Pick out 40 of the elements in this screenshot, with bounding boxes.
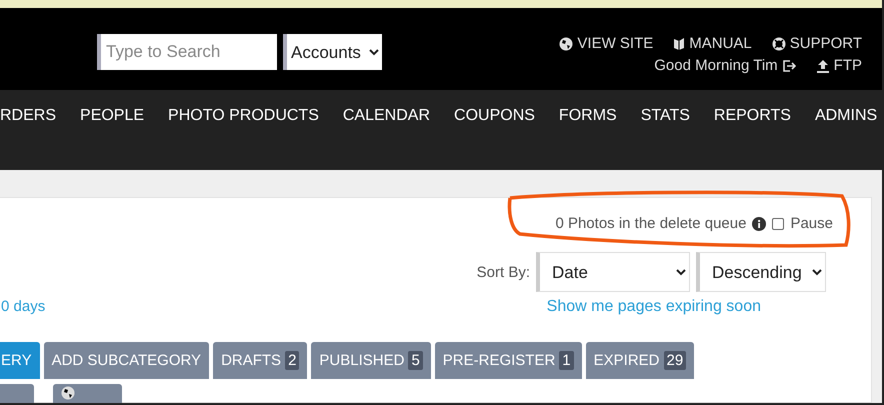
- lifebuoy-icon: [772, 36, 786, 50]
- nav-item[interactable]: RDERS: [0, 107, 68, 125]
- search-field[interactable]: Type to Search: [97, 34, 277, 70]
- accounts-select[interactable]: Accounts: [283, 34, 382, 70]
- nav-item[interactable]: CALENDAR: [330, 107, 442, 125]
- globe-icon: [559, 36, 574, 50]
- header-link[interactable]: VIEW SITE: [559, 35, 654, 52]
- view-button[interactable]: [53, 384, 122, 403]
- header-link[interactable]: SUPPORT: [772, 35, 862, 52]
- delete-queue-text: 0 Photos in the delete queue: [555, 215, 746, 232]
- tab[interactable]: EXPIRED 29: [586, 342, 694, 379]
- sort-order-select[interactable]: Descending: [696, 252, 826, 292]
- count-badge: 1: [559, 351, 574, 370]
- nav-item[interactable]: COUPONS: [442, 107, 547, 125]
- greeting-text: Good Morning Tim: [654, 57, 778, 74]
- tab[interactable]: ERY: [0, 342, 40, 379]
- nav-item[interactable]: PHOTO PRODUCTS: [156, 107, 331, 125]
- tab[interactable]: DRAFTS 2: [213, 342, 308, 379]
- upload-icon: [816, 58, 830, 72]
- tab[interactable]: ADD SUBCATEGORY: [44, 342, 210, 379]
- nav-item[interactable]: FORMS: [546, 107, 629, 125]
- count-badge: 5: [408, 351, 423, 370]
- ftp-link[interactable]: FTP: [816, 57, 862, 74]
- count-badge: 29: [664, 351, 686, 370]
- nav-item[interactable]: ADMINS: [802, 107, 882, 125]
- pause-checkbox[interactable]: [772, 218, 784, 230]
- header-link[interactable]: MANUAL: [673, 35, 752, 52]
- nav-item[interactable]: STATS: [628, 107, 702, 125]
- book-icon: [673, 36, 686, 50]
- pause-label: Pause: [790, 215, 833, 232]
- sort-field-select[interactable]: Date: [536, 252, 690, 292]
- globe-icon: [61, 386, 75, 400]
- tab[interactable]: PUBLISHED 5: [311, 342, 431, 379]
- nav-item[interactable]: REPORTS: [702, 107, 803, 125]
- logout-icon[interactable]: [782, 58, 796, 72]
- sort-label: Sort By:: [476, 264, 530, 280]
- count-badge: 2: [285, 351, 300, 370]
- nav-item[interactable]: PEOPLE: [68, 107, 156, 125]
- info-icon[interactable]: [752, 216, 766, 230]
- tab[interactable]: PRE-REGISTER 1: [434, 342, 582, 379]
